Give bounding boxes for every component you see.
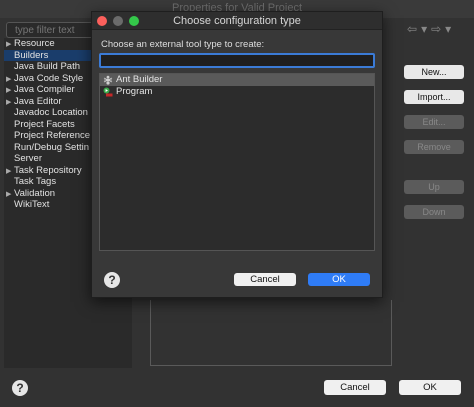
list-item-program[interactable]: Program bbox=[100, 86, 374, 98]
dialog-cancel-button[interactable]: Cancel bbox=[234, 273, 296, 286]
choose-configuration-dialog: Choose configuration type Choose an exte… bbox=[91, 11, 383, 298]
new-button[interactable]: New... bbox=[404, 65, 464, 79]
back-menu-icon[interactable]: ▾ bbox=[421, 22, 427, 36]
edit-button[interactable]: Edit... bbox=[404, 115, 464, 129]
cancel-button[interactable]: Cancel bbox=[324, 380, 386, 395]
dialog-titlebar: Choose configuration type bbox=[92, 12, 382, 30]
remove-button[interactable]: Remove bbox=[404, 140, 464, 154]
forward-menu-icon[interactable]: ▾ bbox=[445, 22, 451, 36]
list-item-ant-builder[interactable]: Ant Builder bbox=[100, 74, 374, 86]
minimize-window-icon[interactable] bbox=[113, 16, 123, 26]
dialog-prompt: Choose an external tool type to create: bbox=[101, 39, 265, 50]
help-icon[interactable]: ? bbox=[12, 380, 28, 396]
dialog-ok-button[interactable]: OK bbox=[308, 273, 370, 286]
dialog-help-icon[interactable]: ? bbox=[104, 272, 120, 288]
close-window-icon[interactable] bbox=[97, 16, 107, 26]
tool-type-list: Ant Builder Program bbox=[99, 73, 375, 251]
expand-arrow-icon[interactable]: ▶ bbox=[4, 39, 13, 51]
forward-arrow-icon[interactable]: ⇨ bbox=[431, 22, 441, 36]
up-button[interactable]: Up bbox=[404, 180, 464, 194]
ant-icon bbox=[103, 75, 113, 85]
ok-button[interactable]: OK bbox=[399, 380, 461, 395]
program-icon bbox=[103, 87, 113, 97]
expand-arrow-icon[interactable]: ▶ bbox=[4, 85, 13, 97]
maximize-window-icon[interactable] bbox=[129, 16, 139, 26]
import-button[interactable]: Import... bbox=[404, 90, 464, 104]
down-button[interactable]: Down bbox=[404, 205, 464, 219]
back-arrow-icon[interactable]: ⇦ bbox=[407, 22, 417, 36]
tool-type-search-input[interactable] bbox=[99, 53, 375, 68]
navigation-arrows: ⇦ ▾ ⇨ ▾ bbox=[407, 22, 467, 36]
builders-list-panel bbox=[150, 300, 392, 366]
